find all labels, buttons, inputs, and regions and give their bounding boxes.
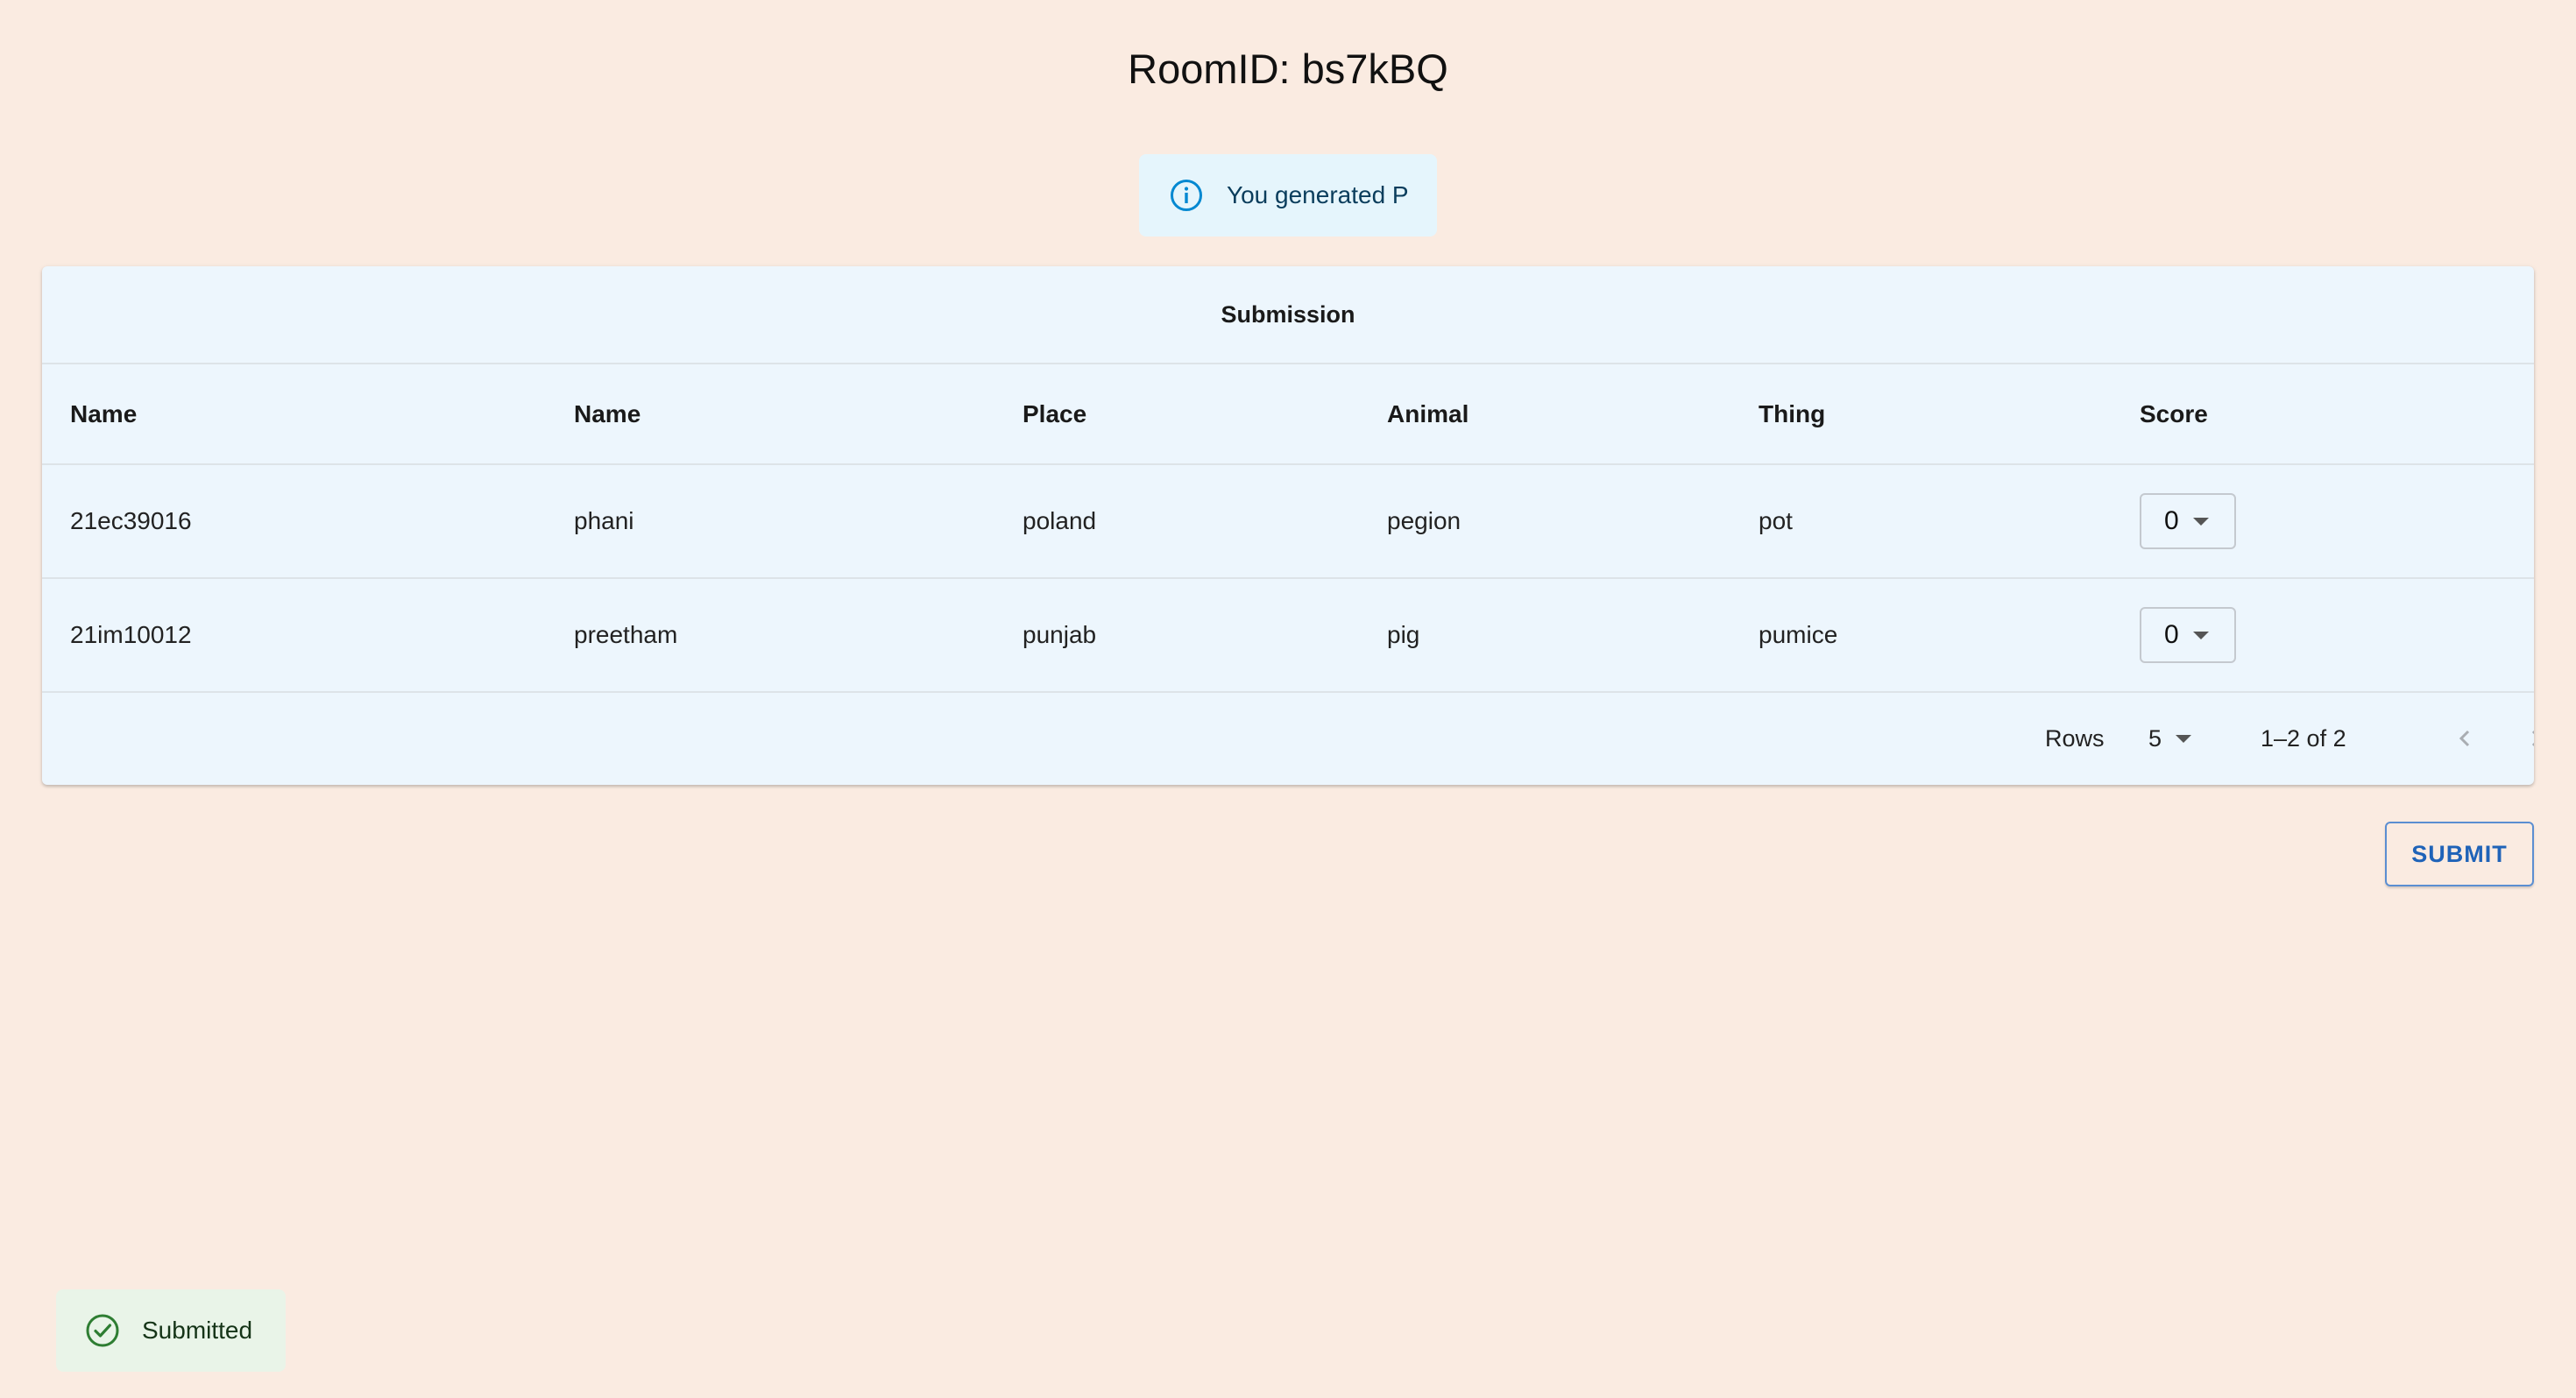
cell-score: 0 (2112, 464, 2534, 579)
submission-table: Name Name Place Animal Thing Score 21ec3… (42, 364, 2534, 693)
cell-place: poland (994, 464, 1359, 579)
chevron-down-icon (2192, 517, 2209, 526)
cell-id: 21ec39016 (42, 464, 546, 579)
cell-animal: pegion (1359, 464, 1730, 579)
column-header-place[interactable]: Place (994, 364, 1359, 465)
cell-id: 21im10012 (42, 578, 546, 693)
rows-per-page-select[interactable]: 5 (2148, 724, 2192, 752)
chevron-right-icon (2531, 731, 2534, 746)
cell-name: preetham (546, 578, 994, 693)
rows-per-page-label: Rows (2045, 724, 2105, 752)
success-toast: Submitted (56, 1289, 286, 1372)
cell-name: phani (546, 464, 994, 579)
table-pagination: Rows 5 1–2 of 2 (42, 693, 2534, 784)
score-select[interactable]: 0 (2140, 607, 2236, 663)
rows-per-page-value: 5 (2148, 724, 2162, 752)
chevron-left-icon (2459, 730, 2470, 747)
alert-message: You generated P (1227, 181, 1409, 208)
info-alert: You generated P (1139, 154, 1437, 237)
column-header-id[interactable]: Name (42, 364, 546, 465)
check-circle-icon (86, 1314, 119, 1347)
column-header-name[interactable]: Name (546, 364, 994, 465)
column-header-animal[interactable]: Animal (1359, 364, 1730, 465)
score-value: 0 (2164, 506, 2179, 535)
cell-score: 0 (2112, 578, 2534, 693)
table-title: Submission (42, 266, 2534, 364)
table-row: 21ec39016 phani poland pegion pot 0 (42, 464, 2534, 579)
table-row: 21im10012 preetham punjab pig pumice 0 (42, 578, 2534, 693)
toast-message: Submitted (142, 1317, 253, 1344)
page-title: RoomID: bs7kBQ (1128, 46, 1448, 92)
chevron-down-icon (2192, 631, 2209, 639)
table-header-row: Name Name Place Animal Thing Score (42, 364, 2534, 465)
cell-animal: pig (1359, 578, 1730, 693)
info-icon (1171, 180, 1202, 211)
pagination-range: 1–2 of 2 (2261, 724, 2346, 752)
next-page-button[interactable] (2515, 717, 2534, 759)
cell-place: punjab (994, 578, 1359, 693)
score-select[interactable]: 0 (2140, 493, 2236, 549)
cell-thing: pumice (1730, 578, 2112, 693)
score-value: 0 (2164, 620, 2179, 649)
submit-button[interactable]: SUBMIT (2385, 822, 2534, 886)
column-header-thing[interactable]: Thing (1730, 364, 2112, 465)
chevron-down-icon (2176, 734, 2192, 743)
column-header-score[interactable]: Score (2112, 364, 2534, 465)
previous-page-button[interactable] (2445, 717, 2487, 759)
submission-table-card: Submission Name Name Place Animal Thing … (42, 266, 2534, 785)
cell-thing: pot (1730, 464, 2112, 579)
